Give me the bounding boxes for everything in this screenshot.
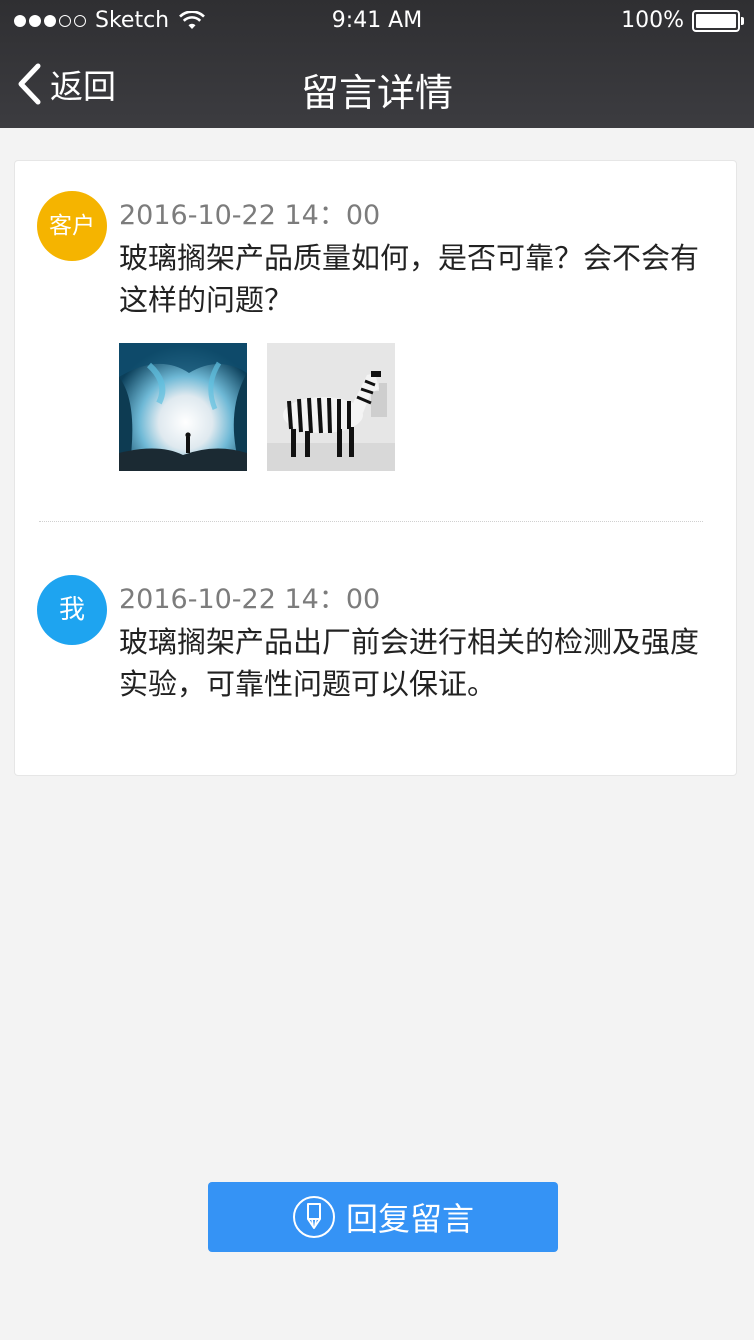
reply-button-label: 回复留言: [345, 1200, 474, 1238]
battery-icon: [692, 9, 744, 32]
battery-percent: 100%: [621, 8, 684, 33]
navigation-header: Sketch 9:41 AM 100% 返回 留言详情: [0, 0, 754, 128]
message-card: 客户 2016-10-22 14：00 玻璃搁架产品质量如何，是否可靠？会不会有…: [14, 160, 737, 776]
ice-cave-thumbnail[interactable]: [119, 343, 247, 471]
message-text: 玻璃搁架产品质量如何，是否可靠？会不会有这样的问题？: [119, 241, 700, 317]
message-divider: [39, 521, 703, 522]
message-text: 玻璃搁架产品出厂前会进行相关的检测及强度实验，可靠性问题可以保证。: [119, 625, 700, 701]
page-title: 留言详情: [300, 71, 453, 115]
status-bar: Sketch 9:41 AM 100%: [0, 0, 754, 40]
customer-avatar: 客户: [37, 191, 107, 261]
message-timestamp: 2016-10-22 14：00: [119, 200, 381, 231]
reply-message-button[interactable]: 回复留言: [208, 1182, 558, 1252]
zebra-thumbnail[interactable]: [267, 343, 395, 471]
pencil-icon: [292, 1195, 336, 1239]
message-timestamp: 2016-10-22 14：00: [119, 584, 381, 615]
my-avatar: 我: [37, 575, 107, 645]
